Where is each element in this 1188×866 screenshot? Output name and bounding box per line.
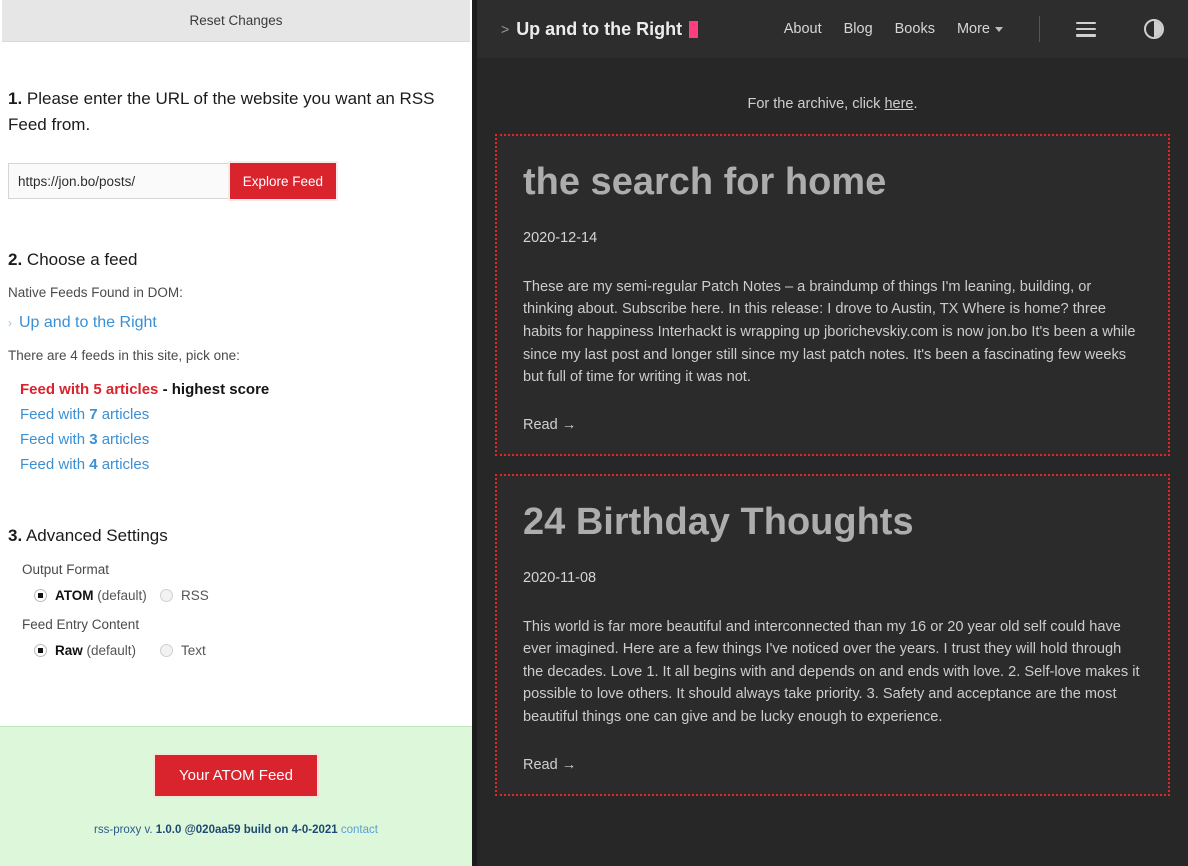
output-format-radios: ATOM (default) RSS <box>22 588 464 603</box>
feed-entry-option-raw-note: (default) <box>83 643 136 658</box>
post-date: 2020-12-14 <box>523 230 1142 246</box>
website-preview-panel: > Up and to the Right About Blog Books M… <box>477 0 1188 866</box>
nav-link-more[interactable]: More <box>957 21 990 37</box>
build-version: 1.0.0 @020aa59 build on 4-0-2021 <box>156 824 338 836</box>
archive-prefix: For the archive, click <box>747 96 884 112</box>
chevron-right-icon: › <box>8 317 12 329</box>
explore-feed-button[interactable]: Explore Feed <box>228 161 338 201</box>
feed-option-prefix: Feed with <box>20 431 89 448</box>
post-date: 2020-11-08 <box>523 570 1142 586</box>
feed-option-score: - highest score <box>158 381 269 398</box>
post-read-more-link[interactable]: Read → <box>523 417 576 433</box>
feed-option[interactable]: Feed with 7 articles <box>20 402 464 427</box>
post-read-more-link[interactable]: Read → <box>523 757 576 773</box>
feed-option-prefix: Feed with <box>20 381 93 398</box>
radio-selected-icon[interactable] <box>34 589 47 602</box>
feed-option-count: 4 <box>89 456 97 473</box>
feed-entry-content-radios: Raw (default) Text <box>22 643 464 658</box>
feed-entry-content-label: Feed Entry Content <box>22 617 464 632</box>
step2-text: Choose a feed <box>22 250 137 269</box>
nav-more-dropdown[interactable]: More <box>957 21 1003 37</box>
reset-changes-label: Reset Changes <box>189 13 282 28</box>
feed-option-suffix: articles <box>102 381 159 398</box>
output-format-option-atom-label: ATOM <box>55 588 94 603</box>
app-root: Reset Changes 1. Please enter the URL of… <box>0 0 1188 866</box>
post-body: These are my semi-regular Patch Notes – … <box>523 276 1142 389</box>
feed-option[interactable]: Feed with 4 articles <box>20 452 464 477</box>
step3-heading: 3. Advanced Settings <box>8 523 464 549</box>
native-feed-row: › Up and to the Right <box>8 314 464 332</box>
hamburger-menu-icon[interactable] <box>1076 22 1096 37</box>
feed-option-prefix: Feed with <box>20 406 89 423</box>
site-nav: About Blog Books More <box>784 16 1164 42</box>
site-content: For the archive, click here. the search … <box>477 58 1188 796</box>
output-format-option-rss[interactable]: RSS <box>154 588 209 603</box>
feed-option-prefix: Feed with <box>20 456 89 473</box>
feed-entry-option-raw[interactable]: Raw (default) <box>22 643 154 658</box>
output-format-option-atom[interactable]: ATOM (default) <box>22 588 154 603</box>
nav-divider <box>1039 16 1040 42</box>
build-prefix: rss-proxy v. <box>94 824 156 836</box>
native-feed-link[interactable]: Up and to the Right <box>19 314 157 332</box>
site-header: > Up and to the Right About Blog Books M… <box>477 0 1188 58</box>
output-format-option-atom-text: ATOM (default) <box>55 588 147 603</box>
step3-text: Advanced Settings <box>22 526 168 545</box>
step3-number: 3. <box>8 526 22 545</box>
step1-heading: 1. Please enter the URL of the website y… <box>8 42 464 137</box>
feed-result-footer: Your ATOM Feed rss-proxy v. 1.0.0 @020aa… <box>0 726 472 866</box>
rss-proxy-form: 1. Please enter the URL of the website y… <box>0 42 472 726</box>
blinking-cursor-icon <box>689 21 698 38</box>
post-card: the search for home 2020-12-14 These are… <box>495 134 1170 456</box>
prompt-chevron-icon: > <box>501 21 509 37</box>
native-feeds-label: Native Feeds Found in DOM: <box>8 285 464 300</box>
pick-feed-line: There are 4 feeds in this site, pick one… <box>8 348 464 363</box>
advanced-settings-group: Output Format ATOM (default) RSS Feed En… <box>8 562 464 658</box>
reset-changes-button[interactable]: Reset Changes <box>2 0 470 42</box>
nav-link-books[interactable]: Books <box>895 21 935 37</box>
site-brand[interactable]: > Up and to the Right <box>501 19 698 40</box>
post-body: This world is far more beautiful and int… <box>523 616 1142 729</box>
feed-option-count: 5 <box>93 381 101 398</box>
feed-option[interactable]: Feed with 5 articles - highest score <box>20 377 464 402</box>
url-input[interactable] <box>8 163 228 199</box>
site-title: Up and to the Right <box>516 19 682 40</box>
contact-link[interactable]: contact <box>341 824 378 836</box>
radio-unselected-icon[interactable] <box>160 644 173 657</box>
radio-unselected-icon[interactable] <box>160 589 173 602</box>
feed-option[interactable]: Feed with 3 articles <box>20 427 464 452</box>
nav-link-about[interactable]: About <box>784 21 822 37</box>
feed-options-list: Feed with 5 articles - highest score Fee… <box>8 377 464 477</box>
feed-option-count: 3 <box>89 431 97 448</box>
step2-heading: 2. Choose a feed <box>8 247 464 273</box>
nav-link-blog[interactable]: Blog <box>844 21 873 37</box>
output-format-label: Output Format <box>22 562 464 577</box>
post-title: the search for home <box>523 162 1142 204</box>
build-info: rss-proxy v. 1.0.0 @020aa59 build on 4-0… <box>94 824 378 836</box>
step1-number: 1. <box>8 89 22 108</box>
feed-entry-option-raw-label: Raw <box>55 643 83 658</box>
archive-link[interactable]: here <box>884 96 913 112</box>
archive-suffix: . <box>914 96 918 112</box>
rss-proxy-panel: Reset Changes 1. Please enter the URL of… <box>0 0 472 866</box>
archive-line: For the archive, click here. <box>495 58 1170 134</box>
post-card: 24 Birthday Thoughts 2020-11-08 This wor… <box>495 474 1170 796</box>
feed-entry-option-raw-text: Raw (default) <box>55 643 136 658</box>
output-format-option-rss-label: RSS <box>181 588 209 603</box>
feed-option-suffix: articles <box>98 431 150 448</box>
radio-selected-icon[interactable] <box>34 644 47 657</box>
step1-text: Please enter the URL of the website you … <box>8 89 435 134</box>
chevron-down-icon <box>995 27 1003 32</box>
your-atom-feed-button[interactable]: Your ATOM Feed <box>153 753 319 798</box>
url-input-row: Explore Feed <box>8 163 338 199</box>
feed-option-suffix: articles <box>98 406 150 423</box>
output-format-option-atom-note: (default) <box>94 588 147 603</box>
contrast-toggle-icon[interactable] <box>1144 19 1164 39</box>
post-title: 24 Birthday Thoughts <box>523 502 1142 544</box>
feed-entry-option-text[interactable]: Text <box>154 643 206 658</box>
feed-option-suffix: articles <box>98 456 150 473</box>
feed-option-count: 7 <box>89 406 97 423</box>
step2-number: 2. <box>8 250 22 269</box>
feed-entry-option-text-label: Text <box>181 643 206 658</box>
